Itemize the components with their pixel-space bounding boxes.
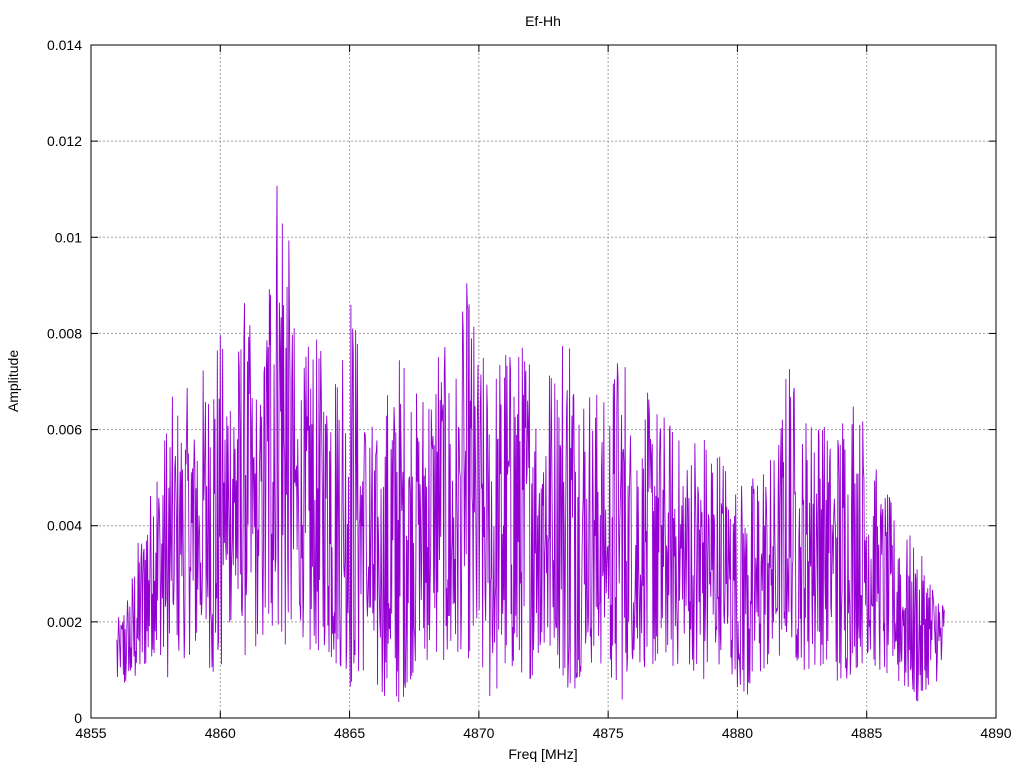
x-tick-label: 4860	[205, 725, 236, 741]
x-tick-label: 4870	[463, 725, 494, 741]
chart: 4855 4860 4865 4870 4875 4880 4885 4890 0 0.002 0…	[5, 13, 1012, 762]
y-tick-label: 0.004	[47, 518, 82, 534]
x-tick-label: 4890	[980, 725, 1011, 741]
x-tick-label: 4885	[851, 725, 882, 741]
x-axis-label: Freq [MHz]	[508, 746, 577, 762]
x-tick-label: 4855	[75, 725, 106, 741]
y-tick-label: 0.01	[55, 229, 82, 245]
plot-area	[116, 185, 945, 702]
chart-title: Ef-Hh	[525, 13, 561, 29]
y-axis-label: Amplitude	[5, 350, 21, 412]
y-tick-label: 0.014	[47, 37, 82, 53]
y-tick-label: 0	[74, 710, 82, 726]
y-tick-label: 0.006	[47, 422, 82, 438]
y-tick-label: 0.012	[47, 133, 82, 149]
y-tick-label: 0.008	[47, 325, 82, 341]
x-tick-label: 4875	[593, 725, 624, 741]
x-axis: 4855 4860 4865 4870 4875 4880 4885 4890	[75, 45, 1012, 741]
series-line	[116, 185, 945, 702]
x-tick-label: 4865	[334, 725, 365, 741]
x-tick-label: 4880	[722, 725, 753, 741]
y-tick-label: 0.002	[47, 614, 82, 630]
